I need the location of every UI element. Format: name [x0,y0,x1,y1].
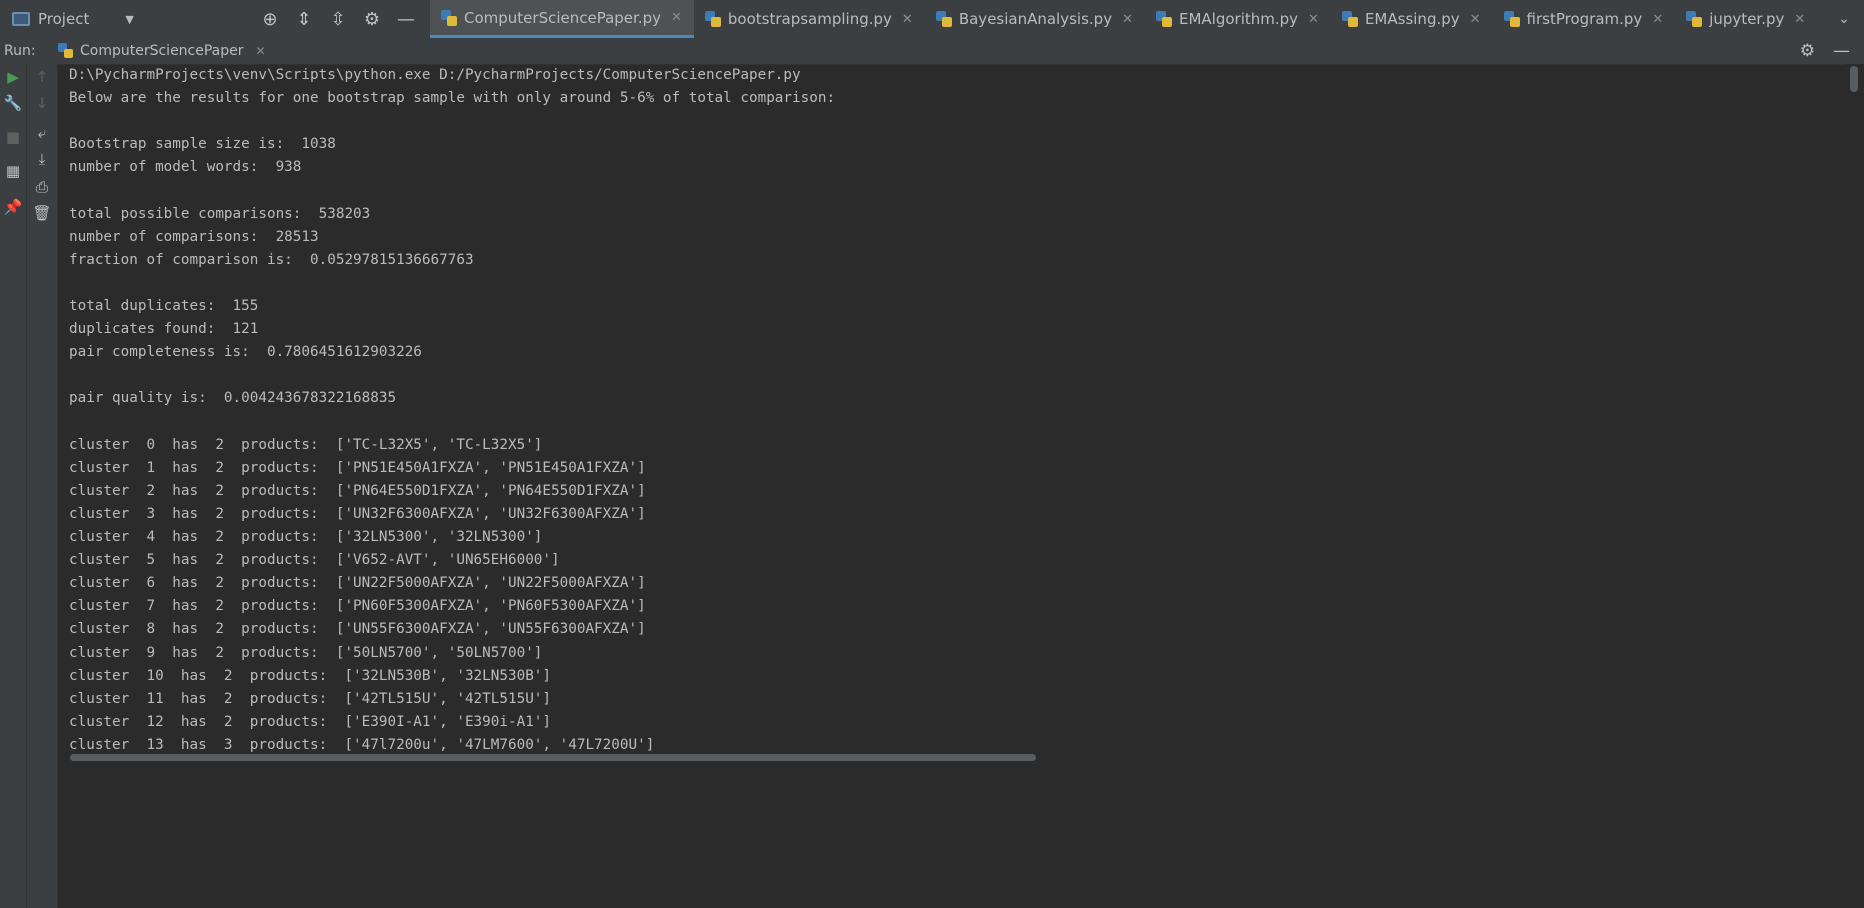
console-line: cluster 9 has 2 products: ['50LN5700', '… [69,644,543,661]
horizontal-scrollbar[interactable] [58,752,1846,764]
close-icon[interactable]: ✕ [1122,12,1133,27]
close-icon[interactable]: ✕ [902,12,913,27]
pin-icon[interactable]: 📌 [4,198,23,216]
console-line: Bootstrap sample size is: 1038 [69,136,336,153]
file-tab[interactable]: jupyter.py ✕ [1675,0,1817,38]
file-tab-label: BayesianAnalysis.py [958,10,1113,28]
gear-icon[interactable]: ⚙ [362,9,382,30]
console-line: number of comparisons: 28513 [69,228,319,245]
collapse-all-icon[interactable]: ⇳ [328,9,348,30]
console-line: pair quality is: 0.004243678322168835 [69,390,397,407]
python-file-icon [935,10,953,28]
close-icon[interactable]: ✕ [1470,12,1481,27]
close-icon[interactable]: ✕ [671,10,682,25]
minimize-icon[interactable]: — [396,9,416,30]
run-config-tab[interactable]: ComputerSciencePaper ✕ [48,38,276,64]
console-line: cluster 6 has 2 products: ['UN22F5000AFX… [69,575,646,592]
stop-icon[interactable]: ■ [4,128,22,146]
console-line: cluster 7 has 2 products: ['PN60F5300AFX… [69,598,646,615]
file-tab-label: EMAlgorithm.py [1178,10,1299,28]
project-icon [12,12,30,26]
console-line: Below are the results for one bootstrap … [69,90,836,107]
file-tab-label: EMAssing.py [1364,10,1460,28]
close-icon[interactable]: ✕ [1652,12,1663,27]
close-icon[interactable]: ✕ [256,44,266,58]
file-tab[interactable]: bootstrapsampling.py ✕ [694,0,925,38]
console-line: cluster 0 has 2 products: ['TC-L32X5', '… [69,436,543,453]
project-view-selector[interactable]: Project ▼ [0,0,260,38]
console-line: D:\PycharmProjects\venv\Scripts\python.e… [69,67,801,83]
file-tab[interactable]: firstProgram.py ✕ [1493,0,1676,38]
console-line: cluster 2 has 2 products: ['PN64E550D1FX… [69,482,646,499]
file-tab[interactable]: ComputerSciencePaper.py ✕ [430,0,694,38]
run-actions-gutter: ▶ 🔧 ■ ▦ 📌 [0,64,27,908]
python-file-icon [440,9,458,27]
file-tab-label: bootstrapsampling.py [727,10,892,28]
locate-icon[interactable]: ⊕ [260,9,280,30]
python-icon [58,43,74,59]
project-toolbar: ⊕ ⇕ ⇳ ⚙ — [260,9,430,30]
console-line: cluster 5 has 2 products: ['V652-AVT', '… [69,552,560,569]
file-tab[interactable]: EMAlgorithm.py ✕ [1145,0,1331,38]
python-file-icon [1341,10,1359,28]
soft-wrap-icon[interactable]: ⤶ [33,124,51,142]
file-tab[interactable]: EMAssing.py ✕ [1331,0,1493,38]
python-file-icon [1503,10,1521,28]
rerun-icon[interactable]: ▶ [4,68,22,86]
python-file-icon [1685,10,1703,28]
file-tab[interactable]: BayesianAnalysis.py ✕ [925,0,1145,38]
console-line: duplicates found: 121 [69,321,259,338]
console-line: cluster 12 has 2 products: ['E390I-A1', … [69,713,552,730]
console-line: cluster 13 has 3 products: ['47l7200u', … [69,736,655,753]
run-config-name: ComputerSciencePaper [80,43,244,59]
run-toolbar: Run: ComputerSciencePaper ✕ ⚙ — [0,38,1864,65]
gear-icon[interactable]: ⚙ [1800,41,1815,61]
scroll-to-end-icon[interactable]: ⤓ [33,150,51,168]
close-icon[interactable]: ✕ [1794,12,1805,27]
python-file-icon [704,10,722,28]
file-tab-label: jupyter.py [1709,10,1785,28]
console-line: cluster 4 has 2 products: ['32LN5300', '… [69,529,543,545]
print-icon[interactable]: ⎙ [33,178,51,196]
file-tabs: ComputerSciencePaper.py ✕ bootstrapsamplin… [430,0,1824,38]
expand-all-icon[interactable]: ⇕ [294,9,314,30]
console-line: fraction of comparison is: 0.05297815136… [69,251,474,268]
close-icon[interactable]: ✕ [1308,12,1319,27]
arrow-up-icon[interactable]: ↑ [33,68,51,86]
editor-tab-bar: Project ▼ ⊕ ⇕ ⇳ ⚙ — ComputerSciencePaper… [0,0,1864,39]
file-tab-label: firstProgram.py [1526,10,1643,28]
vertical-scrollbar[interactable] [1846,64,1864,908]
console-line: cluster 11 has 2 products: ['42TL515U', … [69,690,552,707]
console-line: cluster 1 has 2 products: ['PN51E450A1FX… [69,459,646,476]
layout-icon[interactable]: ▦ [4,162,22,180]
console-line: cluster 8 has 2 products: ['UN55F6300AFX… [69,621,646,638]
chevron-down-icon[interactable]: ⌄ [1824,11,1864,27]
file-tab-label: ComputerSciencePaper.py [464,8,661,27]
run-label: Run: [4,43,36,59]
wrench-icon[interactable]: 🔧 [4,94,23,112]
console-line: pair completeness is: 0.7806451612903226 [69,344,422,361]
chevron-down-icon: ▼ [125,12,134,26]
trash-icon[interactable]: 🗑 [32,204,51,222]
console-line: cluster 3 has 2 products: ['UN32F6300AFX… [69,505,646,522]
console-output[interactable]: D:\PycharmProjects\venv\Scripts\python.e… [58,64,1846,754]
project-label: Project [38,10,90,28]
file-tab[interactable]: proc.py✕ [1817,0,1824,38]
console-line: cluster 10 has 2 products: ['32LN530B', … [69,667,552,684]
minimize-icon[interactable]: — [1833,41,1850,61]
console-line: number of model words: 938 [69,159,302,176]
console-actions-gutter: ↑ ↓ ⤶ ⤓ ⎙ 🗑 [27,64,58,908]
python-file-icon [1155,10,1173,28]
console-line: total duplicates: 155 [69,298,259,314]
console-line: total possible comparisons: 538203 [69,205,371,222]
arrow-down-icon[interactable]: ↓ [33,94,51,112]
